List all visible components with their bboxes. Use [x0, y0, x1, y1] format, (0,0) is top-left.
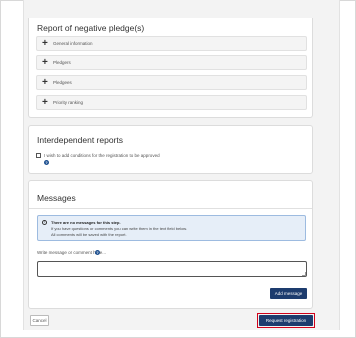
interdependent-card: Interdependent reports I wish to add con…: [28, 125, 313, 174]
plus-icon: +: [42, 38, 48, 49]
interdependent-card-title: Interdependent reports: [37, 135, 124, 145]
plus-icon: +: [42, 57, 48, 68]
cancel-button[interactable]: Cancel: [30, 315, 49, 326]
accordion-label: Priority ranking: [53, 100, 84, 105]
messages-card-title: Messages: [37, 193, 76, 203]
accordion-priority-ranking[interactable]: + Priority ranking: [36, 95, 307, 110]
accordion-label: General information: [53, 41, 93, 46]
info-text-line: All comments will be saved with the repo…: [51, 232, 127, 237]
message-textarea[interactable]: [37, 261, 307, 277]
resize-handle-icon[interactable]: [302, 272, 306, 276]
info-circle-icon: i: [42, 220, 47, 225]
conditions-checkbox[interactable]: [36, 153, 41, 158]
accordion-pledgees[interactable]: + Pledgees: [36, 75, 307, 90]
info-text-line: If you have questions or comments you ca…: [51, 226, 188, 231]
no-messages-info-box: i There are no messages for this step. I…: [37, 215, 306, 241]
divider: [29, 208, 312, 209]
report-card-title: Report of negative pledge(s): [37, 23, 145, 33]
accordion-pledgers[interactable]: + Pledgers: [36, 55, 307, 70]
messages-card: Messages i There are no messages for thi…: [28, 180, 313, 309]
accordion-general-information[interactable]: + General information: [36, 36, 307, 51]
info-title: There are no messages for this step.: [51, 220, 121, 225]
plus-icon: +: [42, 97, 48, 108]
add-message-button[interactable]: Add message: [270, 288, 307, 299]
question-circle-icon[interactable]: ?: [44, 160, 49, 165]
question-circle-icon[interactable]: ?: [95, 250, 100, 255]
request-registration-button[interactable]: Request registration: [259, 315, 313, 326]
accordion-label: Pledgers: [53, 60, 71, 65]
conditions-checkbox-label[interactable]: I wish to add conditions for the registr…: [44, 153, 160, 158]
accordion-label: Pledgees: [53, 80, 72, 85]
plus-icon: +: [42, 77, 48, 88]
report-card: Report of negative pledge(s) + General i…: [28, 18, 313, 118]
